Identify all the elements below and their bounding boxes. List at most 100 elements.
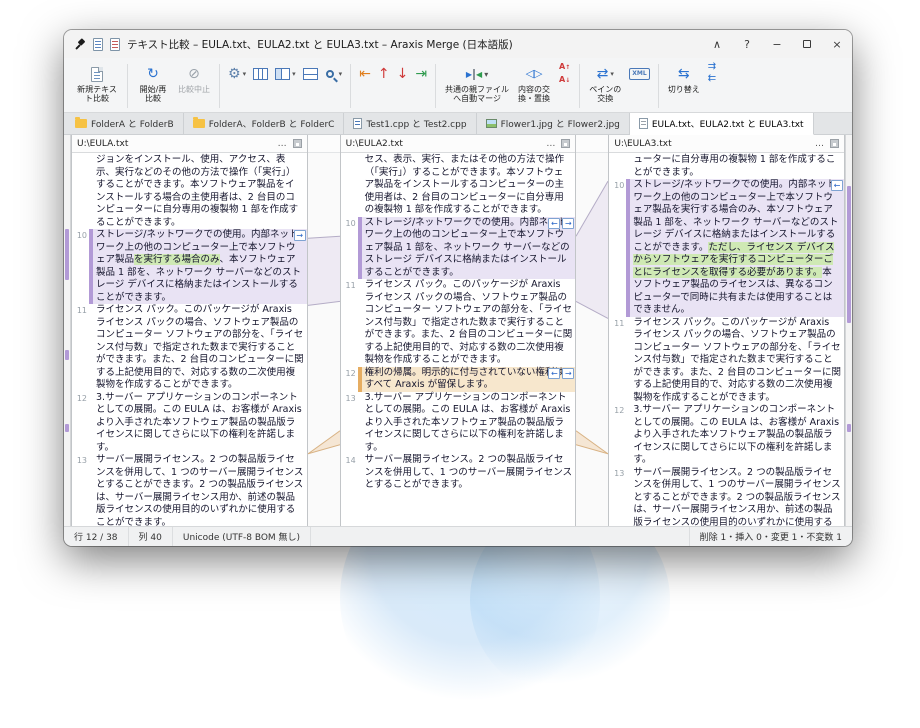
- push-left-button[interactable]: ←: [548, 217, 561, 229]
- push-left-button[interactable]: ←: [831, 180, 844, 191]
- text-segment: サーバー展開ライセンス。2 つの製品版ライセンスを併用して、1 つのサーバー展開…: [364, 454, 573, 490]
- gear-icon: ⚙: [228, 66, 241, 82]
- line-number: [341, 154, 358, 217]
- text-line-partial[interactable]: ジョンをインストール、使用、アクセス、表示、実行などのその他の方法で操作（「実行…: [72, 154, 307, 229]
- save-icon[interactable]: [561, 139, 571, 148]
- help-button[interactable]: ?: [732, 30, 762, 58]
- pane-menu-button[interactable]: …: [278, 139, 288, 149]
- tab-label: Test1.cpp と Test2.cpp: [366, 120, 467, 130]
- pushpin-icon[interactable]: [74, 38, 86, 50]
- push-right-button[interactable]: →: [562, 367, 575, 379]
- push-buttons: ← →: [548, 367, 575, 379]
- text-editor-2[interactable]: セス、表示、実行、またはその他の方法で操作（「実行」）することができます。本ソフ…: [341, 153, 576, 526]
- push-right-button[interactable]: →: [562, 217, 575, 229]
- first-difference-button[interactable]: ⇤: [357, 62, 373, 86]
- tab-5[interactable]: EULA.txt、EULA2.txt と EULA3.txt: [629, 113, 814, 135]
- minimize-button[interactable]: −: [762, 30, 792, 58]
- text-line-partial[interactable]: ューターに自分専用の複製物 1 部を作成することができます。: [609, 154, 844, 179]
- text-line-13[interactable]: 13 3.サーバー アプリケーションのコンポーネントとしての展開。この EULA …: [341, 392, 576, 455]
- new-text-comparison-label: 新規テキスト比較: [77, 85, 117, 103]
- text-line-12[interactable]: 12 3.サーバー アプリケーションのコンポーネントとしての展開。この EULA …: [609, 404, 844, 467]
- start-recompare-button[interactable]: ↻ 開始/再比較: [134, 62, 172, 105]
- text-segment: 3.サーバー アプリケーションのコンポーネントとしての展開。この EULA は、…: [633, 404, 840, 465]
- overview-strip-right[interactable]: [845, 135, 852, 526]
- layout-three-panes-button[interactable]: [251, 62, 270, 86]
- xml-view-button[interactable]: XML: [627, 62, 651, 86]
- text-line-12[interactable]: 12 3.サーバー アプリケーションのコンポーネントとしての展開。この EULA …: [72, 392, 307, 455]
- comparison-area: U:\EULA.txt … ジョンをインストール、使用、アクセス、表示、実行など…: [64, 135, 852, 526]
- find-button[interactable]: ▾: [323, 62, 345, 86]
- layout-mixed-button[interactable]: ▾: [273, 62, 298, 86]
- text-line-10[interactable]: 10 ストレージ/ネットワークでの使用。内部ネットワーク上の他のコンピューター上で…: [72, 229, 307, 304]
- toggle-button[interactable]: ⇆ 切り替え: [665, 62, 703, 96]
- status-encoding: Unicode (UTF-8 BOM 無し): [173, 527, 312, 546]
- pane-menu-button[interactable]: …: [546, 139, 556, 149]
- line-text: 3.サーバー アプリケーションのコンポーネントとしての展開。この EULA は、…: [362, 392, 576, 455]
- save-icon[interactable]: [830, 139, 840, 148]
- next-difference-button[interactable]: ↓: [395, 62, 411, 86]
- tab-label: Flower1.jpg と Flower2.jpg: [500, 120, 620, 130]
- merge-arrows-icon: ▶ ◀ ▾: [465, 68, 489, 80]
- overview-strip-left[interactable]: [64, 135, 71, 526]
- text-line-14[interactable]: 14 サーバー展開ライセンス。2 つの製品版ライセンスを併用して、1 つのサーバー…: [341, 454, 576, 492]
- layout-horizontal-button[interactable]: [301, 62, 320, 86]
- new-text-comparison-button[interactable]: 新規テキスト比較: [73, 62, 121, 105]
- line-number: 12: [614, 406, 625, 415]
- file-pane-3: U:\EULA3.txt … ューターに自分専用の複製物 1 部を作成することが…: [608, 135, 846, 527]
- text-line-11[interactable]: 11 ライセンス パック。このパッケージが Araxis ライセンス パックの場合…: [72, 304, 307, 392]
- text-segment: 3.サーバー アプリケーションのコンポーネントとしての展開。この EULA は、…: [96, 391, 302, 453]
- chevron-down-icon: ▾: [610, 70, 614, 78]
- save-icon[interactable]: [292, 139, 302, 148]
- text-line-13[interactable]: 13 サーバー展開ライセンス。2 つの製品版ライセンスを併用して、1 つのサーバー…: [609, 467, 844, 527]
- settings-button[interactable]: ⚙ ▾: [226, 62, 248, 86]
- pane-menu-button[interactable]: …: [815, 139, 825, 149]
- collapse-ribbon-button[interactable]: ∧: [702, 30, 732, 58]
- text-line-10[interactable]: 10 ストレージ/ネットワークでの使用。内部ネットワーク上の他のコンピューター上で…: [609, 179, 845, 317]
- text-segment: 権利の帰属。明示的に付与されていない権利はすべて Araxis が留保します。: [364, 366, 564, 391]
- push-right-button[interactable]: →: [293, 230, 306, 241]
- text-line-11[interactable]: 11 ライセンス パック。このパッケージが Araxis ライセンス パックの場合…: [609, 317, 844, 405]
- tab-3[interactable]: Test1.cpp と Test2.cpp: [344, 113, 477, 134]
- text-editor-3[interactable]: ューターに自分専用の複製物 1 部を作成することができます。 10 ストレージ/ネッ…: [609, 153, 845, 527]
- abort-comparison-label: 比較中止: [178, 85, 210, 94]
- push-left-button[interactable]: ←: [548, 367, 561, 379]
- auto-merge-button[interactable]: ▶ ◀ ▾ 共通の親ファイルへ自動マージ: [442, 62, 512, 105]
- tab-1[interactable]: FolderA と FolderB: [66, 113, 184, 134]
- a-with-up-arrow-button[interactable]: A↑: [556, 62, 573, 73]
- line-number: 13: [345, 393, 356, 403]
- title-bar[interactable]: テキスト比較 – EULA.txt、EULA2.txt と EULA3.txt …: [64, 30, 852, 58]
- line-number: 11: [614, 318, 625, 328]
- abort-comparison-button[interactable]: ⊘ 比較中止: [175, 62, 213, 96]
- diff-connector-left: [307, 135, 340, 526]
- line-text: サーバー展開ライセンス。2 つの製品版ライセンスを併用して、1 つのサーバー展開…: [93, 454, 307, 526]
- maximize-icon: [803, 40, 811, 48]
- swap-panes-label: ペインの交換: [589, 85, 622, 103]
- line-number: [72, 154, 89, 229]
- swap-replace-button[interactable]: ◁▷ 内容の交換・置換: [515, 62, 553, 105]
- overview-change-mark: [847, 185, 852, 323]
- text-line-13[interactable]: 13 サーバー展開ライセンス。2 つの製品版ライセンスを併用して、1 つのサーバー…: [72, 454, 307, 526]
- push-all-left-button[interactable]: ⇇: [706, 74, 718, 84]
- overview-change-mark: [847, 424, 852, 433]
- push-all-right-button[interactable]: ⇉: [706, 62, 718, 72]
- line-number: 11: [345, 281, 356, 290]
- text-line-12[interactable]: 12 権利の帰属。明示的に付与されていない権利はすべて Araxis が留保します…: [341, 366, 576, 392]
- text-line-10[interactable]: 10 ストレージ/ネットワークでの使用。内部ネットワーク上の他のコンピューター上で…: [341, 216, 576, 279]
- overview-change-mark: [65, 350, 69, 360]
- text-editor-1[interactable]: ジョンをインストール、使用、アクセス、表示、実行などのその他の方法で操作（「実行…: [72, 153, 307, 526]
- pane-header-3: U:\EULA3.txt …: [609, 135, 845, 153]
- text-line-partial[interactable]: セス、表示、実行、またはその他の方法で操作（「実行」）することができます。本ソフ…: [341, 154, 576, 217]
- last-difference-button[interactable]: ⇥: [413, 62, 429, 86]
- start-recompare-label: 開始/再比較: [139, 85, 167, 103]
- maximize-button[interactable]: [792, 30, 822, 58]
- line-text: ューターに自分専用の複製物 1 部を作成することができます。: [630, 154, 844, 179]
- chevron-down-icon: ▾: [242, 70, 247, 78]
- swap-panes-button[interactable]: ⇄ ▾ ペインの交換: [586, 62, 624, 105]
- previous-difference-button[interactable]: ↑: [376, 62, 392, 86]
- a-with-down-arrow-button[interactable]: A↓: [556, 75, 573, 86]
- close-button[interactable]: ×: [822, 30, 852, 58]
- tab-4[interactable]: Flower1.jpg と Flower2.jpg: [476, 113, 630, 134]
- tab-2[interactable]: FolderA、FolderB と FolderC: [183, 113, 345, 134]
- tab-label: FolderA と FolderB: [91, 120, 174, 130]
- text-line-11[interactable]: 11 ライセンス パック。このパッケージが Araxis ライセンス パックの場合…: [341, 279, 576, 367]
